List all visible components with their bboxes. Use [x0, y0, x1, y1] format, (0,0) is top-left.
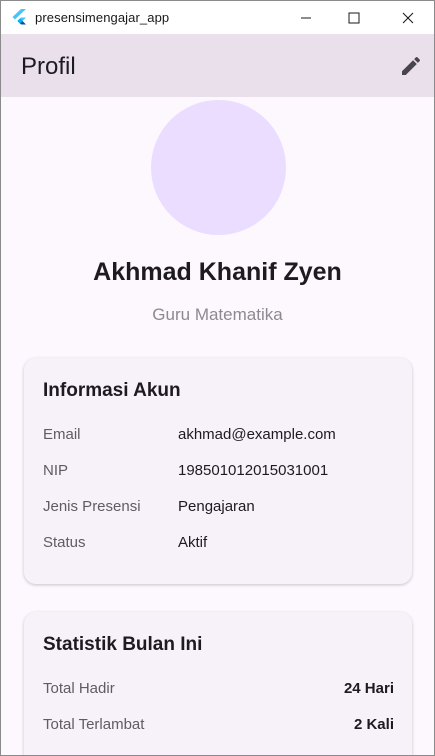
account-info-card: Informasi Akun Email akhmad@example.com …: [24, 358, 412, 584]
profile-name: Akhmad Khanif Zyen: [93, 258, 342, 286]
close-icon: [402, 12, 414, 23]
minimize-icon: [301, 17, 311, 18]
info-row-nip: NIP 198501012015031001: [43, 462, 394, 484]
app-window: presensimengajar_app Profil Akhmad Khani…: [0, 0, 435, 756]
stats-label: Total Terlambat: [43, 716, 145, 733]
window-title: presensimengajar_app: [35, 10, 170, 25]
info-label: Jenis Presensi: [43, 498, 141, 515]
window-titlebar[interactable]: presensimengajar_app: [1, 1, 434, 34]
stats-value: 24 Hari: [343, 680, 394, 697]
info-row-jenis-presensi: Jenis Presensi Pengajaran: [43, 498, 394, 520]
avatar: [151, 100, 286, 235]
monthly-stats-title: Statistik Bulan Ini: [43, 634, 203, 655]
info-row-email: Email akhmad@example.com: [43, 426, 394, 448]
info-row-status: Status Aktif: [43, 534, 394, 556]
info-label: NIP: [43, 462, 69, 479]
page-title: Profil: [21, 53, 76, 80]
maximize-icon: [348, 12, 360, 23]
stats-row-total-hadir: Total Hadir 24 Hari: [43, 680, 394, 702]
info-value: Aktif: [178, 534, 208, 551]
close-button[interactable]: [385, 1, 431, 34]
app-bar: Profil: [1, 34, 434, 97]
edit-pencil-icon[interactable]: [399, 54, 423, 78]
info-label: Email: [43, 426, 81, 443]
profile-role: Guru Matematika: [152, 305, 283, 324]
account-info-title: Informasi Akun: [43, 380, 181, 401]
stats-value: 2 Kali: [353, 716, 394, 733]
stats-row-total-terlambat: Total Terlambat 2 Kali: [43, 716, 394, 738]
flutter-logo-icon: [12, 9, 26, 25]
info-value: akhmad@example.com: [178, 426, 336, 443]
maximize-button[interactable]: [331, 1, 377, 34]
info-label: Status: [43, 534, 86, 551]
stats-label: Total Hadir: [43, 680, 115, 697]
info-value: Pengajaran: [178, 498, 255, 515]
info-value: 198501012015031001: [178, 462, 329, 479]
minimize-button[interactable]: [283, 1, 329, 34]
monthly-stats-card: Statistik Bulan Ini Total Hadir 24 Hari …: [24, 612, 412, 755]
